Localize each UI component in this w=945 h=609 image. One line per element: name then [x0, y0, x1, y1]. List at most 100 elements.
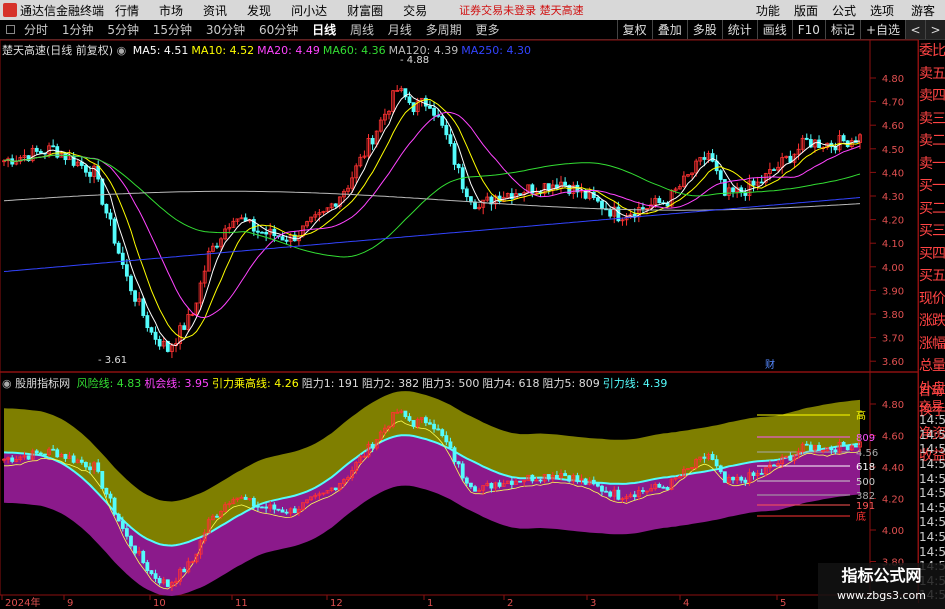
main-candle-body — [120, 252, 125, 266]
x-axis-label-1: 9 — [67, 598, 73, 609]
quote-field-14[interactable]: 总量 — [919, 355, 945, 378]
tick-row-7[interactable]: 14:56 — [919, 486, 945, 501]
sub-candle-body — [575, 475, 580, 481]
sub-candle-body — [243, 496, 248, 500]
quote-field-9[interactable]: 买四 — [919, 243, 945, 266]
quote-field-5[interactable]: 卖一 — [919, 153, 945, 176]
sub-candle-body — [841, 442, 846, 447]
tick-row-2[interactable]: 14:56 — [919, 413, 945, 428]
main-candle-body — [333, 203, 338, 207]
sub-candle-body — [440, 429, 445, 437]
sub-candle-body — [833, 449, 838, 453]
tick-row-0[interactable]: 自动 — [919, 384, 945, 399]
main-candle-body — [448, 134, 453, 144]
sub-candle-body — [88, 466, 92, 471]
indicator-bands — [3, 391, 861, 596]
sub-candle-body — [469, 482, 473, 488]
level-label-3: 618 — [856, 462, 875, 473]
tick-row-9[interactable]: 14:56 — [919, 515, 945, 530]
tick-row-4[interactable]: 14:56 — [919, 442, 945, 457]
tick-row-11[interactable]: 14:56 — [919, 545, 945, 560]
main-candle-body — [751, 180, 756, 186]
quote-field-7[interactable]: 买二 — [919, 198, 945, 221]
ma-line-1 — [3, 98, 861, 339]
main-candle-body — [432, 107, 436, 116]
tick-row-3[interactable]: 14:56 — [919, 428, 945, 443]
sub-candle-body — [182, 568, 187, 573]
sub-candle-body — [272, 504, 277, 510]
sub-candle-body — [104, 487, 109, 495]
main-candle-body — [256, 230, 260, 233]
main-candle-body — [108, 212, 113, 220]
main-tick-label-4: 4.40 — [882, 168, 904, 179]
sub-candle-body — [460, 463, 465, 479]
main-candle-body — [260, 231, 264, 234]
sub-candle-body — [280, 509, 285, 513]
main-candle-body — [817, 139, 821, 148]
sub-tick-label-4: 4.00 — [882, 526, 904, 537]
tick-row-6[interactable]: 14:56 — [919, 472, 945, 487]
sub-candle-body — [743, 479, 748, 483]
quote-field-13[interactable]: 涨幅 — [919, 333, 945, 356]
main-candle-body — [600, 200, 604, 210]
sub-candle-body — [489, 483, 494, 489]
main-tick-label-3: 4.50 — [882, 145, 904, 156]
sub-candle-body — [731, 476, 735, 481]
sub-candle-body — [759, 473, 764, 475]
kline-chart[interactable]: 4.80 4.70 4.60 4.50 4.40 4.30 4.20 4.10 4.00 3.90… — [0, 0, 945, 609]
sub-candle-body — [423, 417, 428, 424]
main-candle-body — [710, 153, 715, 162]
quote-field-0[interactable]: 委比 — [919, 40, 945, 63]
main-tick-label-7: 4.10 — [882, 239, 904, 250]
sub-candle-body — [604, 490, 608, 493]
quote-field-6[interactable]: 买一 — [919, 175, 945, 198]
sub-candle-body — [26, 455, 31, 460]
quote-field-10[interactable]: 买五 — [919, 265, 945, 288]
main-candle-body — [428, 105, 432, 109]
tick-row-8[interactable]: 14:56 — [919, 501, 945, 516]
main-candle-body — [215, 245, 219, 248]
main-candle-body — [759, 181, 764, 184]
sub-candle-body — [165, 579, 170, 587]
main-candle-body — [641, 207, 645, 210]
main-candle-body — [157, 339, 162, 347]
sub-candle-body — [38, 452, 43, 455]
sub-candle-body — [112, 497, 117, 515]
main-candle-body — [595, 197, 600, 202]
sub-tick-label-2: 4.40 — [882, 463, 904, 474]
main-candles — [2, 85, 862, 359]
sub-candle-body — [108, 493, 113, 499]
sub-candle-body — [370, 443, 375, 449]
quote-field-4[interactable]: 卖二 — [919, 130, 945, 153]
quote-field-1[interactable]: 卖五 — [919, 63, 945, 86]
main-tick-label-12: 3.60 — [882, 357, 904, 368]
level-label-0: 高 — [856, 409, 866, 422]
main-candle-body — [718, 170, 723, 180]
sub-candle-body — [456, 461, 461, 465]
high-price-label: - 4.88 — [400, 55, 429, 66]
sub-candle-body — [71, 455, 76, 463]
quote-field-12[interactable]: 涨跌 — [919, 310, 945, 333]
main-candle-body — [657, 198, 662, 204]
sub-candle-body — [591, 479, 596, 485]
sub-candle-body — [854, 445, 858, 448]
main-tick-label-9: 3.90 — [882, 286, 904, 297]
sub-candle-body — [546, 474, 551, 480]
main-candle-body — [563, 181, 568, 186]
sub-candle-body — [739, 476, 744, 481]
watermark-title: 指标公式网 — [841, 566, 922, 585]
main-candle-body — [731, 187, 735, 193]
sub-candle-body — [714, 459, 719, 467]
tick-row-5[interactable]: 14:56 — [919, 457, 945, 472]
main-candle-body — [129, 275, 133, 292]
sub-candle-body — [509, 480, 514, 485]
tick-row-10[interactable]: 14:56 — [919, 530, 945, 545]
quote-field-2[interactable]: 卖四 — [919, 85, 945, 108]
main-candle-body — [124, 264, 129, 277]
main-candle-body — [112, 218, 117, 244]
quote-field-8[interactable]: 买三 — [919, 220, 945, 243]
quote-field-11[interactable]: 现价 — [919, 288, 945, 311]
quote-field-3[interactable]: 卖三 — [919, 108, 945, 131]
tick-row-1[interactable]: 交易 — [919, 399, 945, 414]
main-candle-body — [84, 165, 88, 173]
